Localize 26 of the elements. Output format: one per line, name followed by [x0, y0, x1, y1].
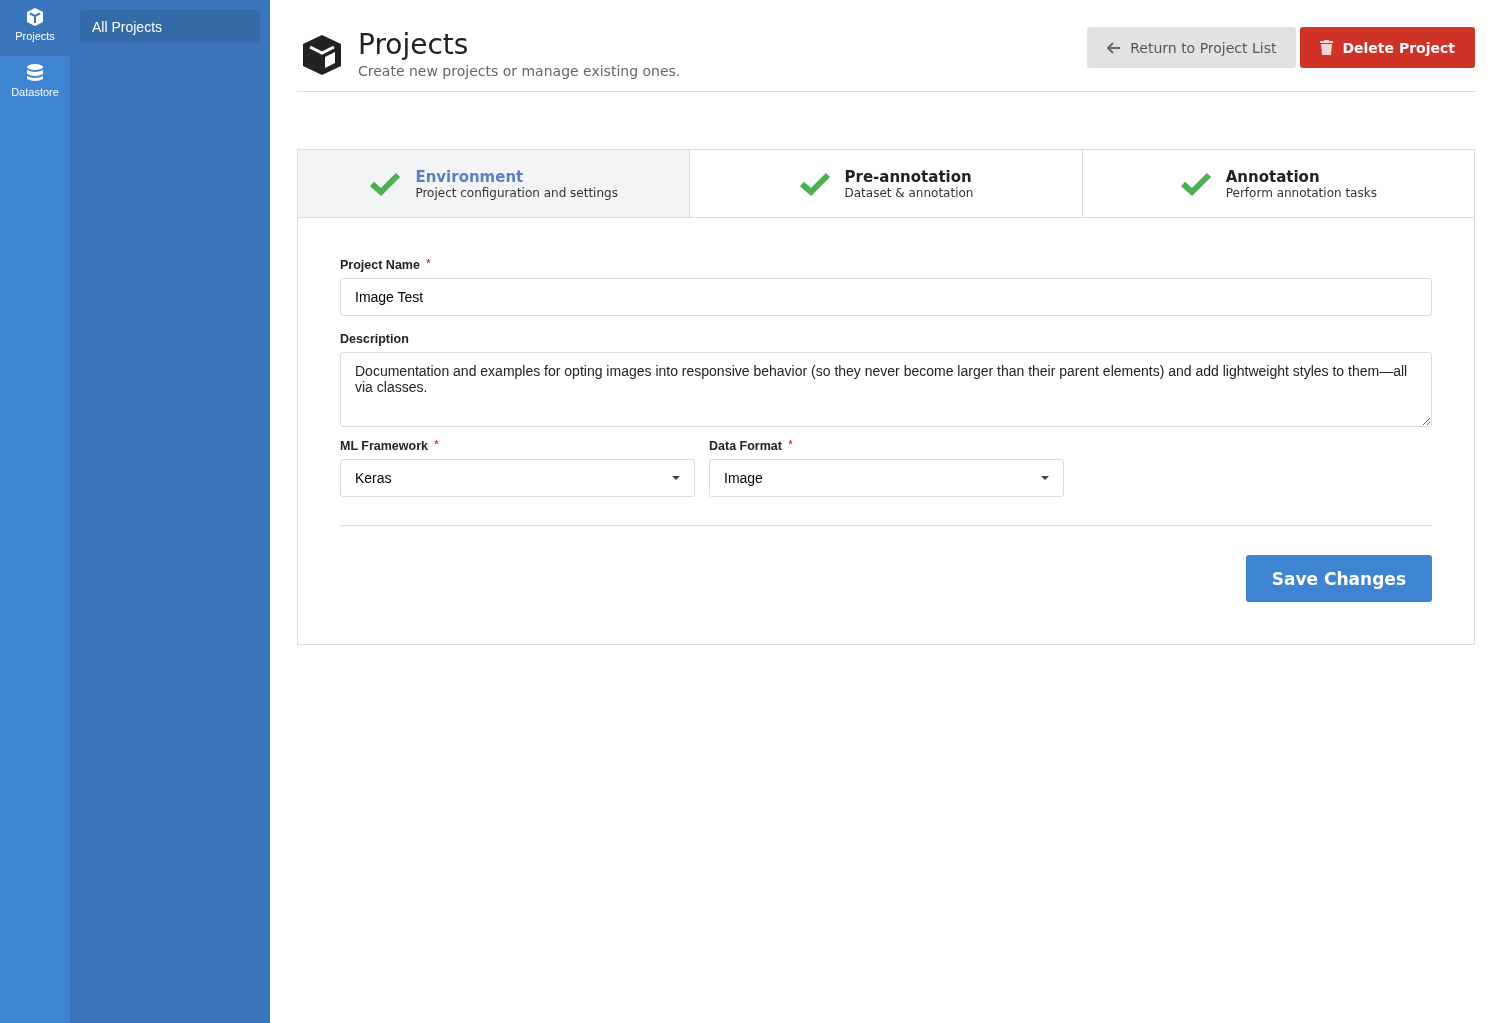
select-field[interactable]: Keras	[340, 459, 695, 497]
nav-rail-item[interactable]: Datastore	[0, 56, 70, 112]
nav-rail-item[interactable]: Projects	[0, 0, 70, 56]
step-title: Environment	[415, 167, 524, 186]
field-label: Data Format	[709, 439, 782, 453]
required-mark: *	[788, 439, 793, 450]
page-subtitle: Create new projects or manage existing ones.	[358, 63, 682, 79]
step-subtitle: Perform annotation tasks	[1225, 185, 1377, 200]
return-button[interactable]: Return to Project List	[1087, 27, 1297, 68]
field-label: Description	[340, 332, 409, 346]
sidebar-item[interactable]: All Projects	[80, 10, 260, 43]
step-title: Annotation	[1225, 167, 1320, 186]
save-button[interactable]: Save Changes	[1245, 555, 1432, 602]
delete-button[interactable]: Delete Project	[1300, 27, 1475, 68]
step-subtitle: Dataset & annotation	[844, 185, 974, 200]
page-title: Projects	[358, 27, 470, 63]
field-label: Project Name	[340, 258, 420, 272]
select-field[interactable]: Image	[709, 459, 1064, 497]
description-field[interactable]: Documentation and examples for opting images into responsive behavior (so they never become larger than their parent elements) and add lightweight styles to them—all via classes.	[340, 352, 1432, 427]
step-subtitle: Project configuration and settings	[415, 185, 618, 200]
required-mark: *	[426, 258, 431, 269]
step-title: Pre-annotation	[844, 167, 972, 186]
field-label: ML Framework	[340, 439, 428, 453]
required-mark: *	[434, 439, 439, 450]
project-name-field[interactable]: Image Test	[340, 278, 1432, 316]
step-tab[interactable]: Environment Project configuration and settings	[298, 150, 691, 217]
